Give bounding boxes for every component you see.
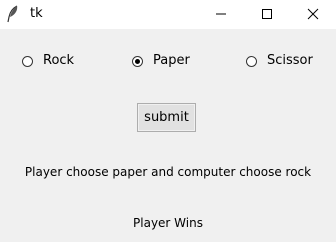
radio-paper[interactable]: Paper — [132, 52, 190, 70]
close-icon — [307, 8, 319, 20]
radio-circle[interactable] — [22, 55, 33, 67]
title-bar: tk — [0, 0, 336, 29]
radio-circle[interactable] — [246, 55, 257, 67]
minimize-icon — [216, 13, 226, 15]
radio-label-paper: Paper — [153, 53, 190, 68]
radio-rock[interactable]: Rock — [22, 52, 74, 70]
minimize-button[interactable] — [198, 0, 244, 29]
maximize-button[interactable] — [244, 0, 290, 29]
winner-text: Player Wins — [133, 216, 203, 230]
close-button[interactable] — [290, 0, 336, 29]
radio-label-rock: Rock — [43, 53, 75, 68]
radio-circle[interactable] — [132, 55, 143, 67]
submit-button[interactable]: submit — [137, 103, 196, 132]
radio-label-scissor: Scissor — [267, 53, 313, 68]
feather-icon — [5, 5, 21, 23]
maximize-icon — [262, 9, 272, 19]
window-title: tk — [30, 6, 43, 21]
choice-result-text: Player choose paper and computer choose … — [24, 165, 312, 179]
radio-scissor[interactable]: Scissor — [246, 52, 313, 70]
radio-selected-dot — [135, 58, 140, 64]
